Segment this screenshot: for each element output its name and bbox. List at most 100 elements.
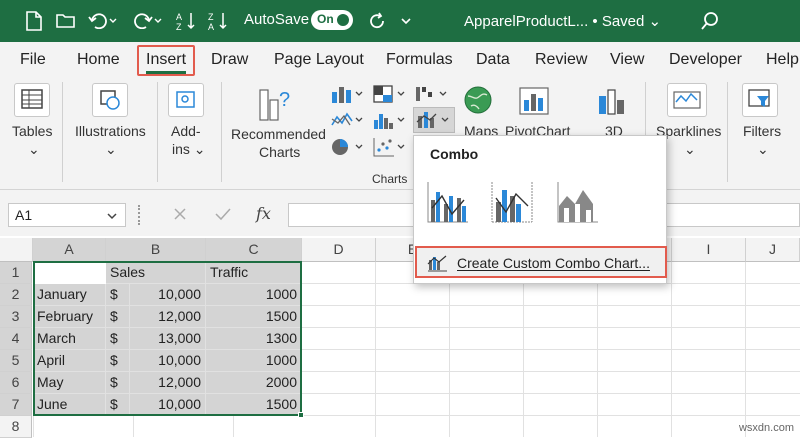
- column-header[interactable]: B: [106, 238, 206, 262]
- fill-handle[interactable]: [298, 412, 304, 418]
- divider: [727, 82, 728, 182]
- svg-text:A: A: [176, 12, 182, 22]
- recommended-charts-label-2[interactable]: Charts: [259, 143, 300, 161]
- row-header[interactable]: 4: [0, 328, 32, 350]
- active-tab-underline: [146, 71, 186, 74]
- row-header[interactable]: 8: [0, 416, 32, 438]
- scatter-chart-icon[interactable]: [372, 136, 406, 161]
- column-header[interactable]: J: [746, 238, 800, 262]
- title-bar: AZ ZA AutoSave On ApparelProductL... • S…: [0, 0, 800, 42]
- illustrations-button[interactable]: [92, 83, 128, 117]
- autosave-label: AutoSave: [244, 11, 310, 28]
- selection-border: [33, 261, 302, 416]
- sort-descending-icon[interactable]: ZA: [208, 9, 230, 33]
- chevron-down-icon[interactable]: ⌄: [28, 140, 40, 158]
- menu-file[interactable]: File: [20, 51, 46, 69]
- row-header[interactable]: 2: [0, 284, 32, 306]
- column-header[interactable]: A: [33, 238, 106, 262]
- divider: [62, 82, 63, 182]
- menu-draw[interactable]: Draw: [211, 51, 248, 69]
- shapes-icon: [100, 90, 120, 110]
- tables-button[interactable]: [14, 83, 50, 117]
- charts-group-label: Charts: [372, 172, 408, 186]
- autosave-state: On: [317, 12, 334, 26]
- autosave-toggle[interactable]: On: [311, 10, 353, 30]
- select-all-corner[interactable]: [0, 238, 33, 262]
- recommended-charts-label[interactable]: Recommended: [231, 125, 326, 143]
- row-header[interactable]: 7: [0, 394, 32, 416]
- recommended-charts-icon[interactable]: ?: [256, 84, 296, 125]
- column-line-secondary-axis-option[interactable]: [488, 178, 536, 226]
- svg-text:?: ?: [279, 89, 290, 111]
- filter-icon: [748, 89, 770, 107]
- splitter-handle[interactable]: [138, 205, 142, 225]
- menu-bar: File Home Insert Draw Page Layout Formul…: [0, 42, 800, 77]
- row-header[interactable]: 5: [0, 350, 32, 372]
- tables-label: Tables: [12, 123, 53, 139]
- column-header[interactable]: I: [672, 238, 746, 262]
- menu-page-layout[interactable]: Page Layout: [274, 51, 364, 69]
- refresh-icon[interactable]: [368, 9, 388, 33]
- svg-text:Z: Z: [208, 12, 214, 22]
- menu-help[interactable]: Help: [766, 51, 799, 69]
- addins-icon: [176, 91, 195, 108]
- document-title[interactable]: ApparelProductL... • Saved ⌄: [464, 12, 661, 30]
- empty-cells[interactable]: [302, 262, 800, 437]
- menu-developer[interactable]: Developer: [669, 51, 742, 69]
- enter-icon[interactable]: [214, 206, 232, 225]
- waterfall-chart-icon[interactable]: [414, 84, 448, 107]
- statistic-chart-icon[interactable]: [372, 110, 406, 133]
- combo-chart-menu: Combo Create Custom Combo Chart...: [413, 135, 667, 284]
- illustrations-label: Illustrations: [75, 123, 146, 139]
- filters-button[interactable]: [742, 83, 778, 117]
- line-chart-icon[interactable]: [330, 110, 364, 133]
- column-chart-icon[interactable]: [330, 84, 364, 107]
- filters-label: Filters: [743, 123, 782, 139]
- combo-chart-button[interactable]: [413, 107, 455, 133]
- create-custom-combo-chart-label: Create Custom Combo Chart...: [457, 255, 650, 271]
- menu-review[interactable]: Review: [535, 51, 587, 69]
- divider: [157, 82, 158, 182]
- redo-icon[interactable]: [133, 9, 163, 33]
- sort-ascending-icon[interactable]: AZ: [176, 9, 198, 33]
- create-custom-combo-chart-item[interactable]: Create Custom Combo Chart...: [415, 246, 667, 278]
- undo-icon[interactable]: [88, 9, 118, 33]
- column-header[interactable]: D: [302, 238, 376, 262]
- row-header[interactable]: 3: [0, 306, 32, 328]
- chevron-down-icon[interactable]: ⌄: [684, 140, 696, 158]
- svg-text:Z: Z: [176, 22, 182, 31]
- row-header[interactable]: 1: [0, 262, 32, 284]
- addins-button[interactable]: [168, 83, 204, 117]
- hierarchy-chart-icon[interactable]: [372, 84, 406, 107]
- menu-view[interactable]: View: [610, 51, 644, 69]
- globe-icon[interactable]: [462, 84, 494, 123]
- pivotchart-icon[interactable]: [518, 86, 552, 121]
- menu-formulas[interactable]: Formulas: [386, 51, 453, 69]
- addins-label-2: ins ⌄: [172, 141, 206, 157]
- menu-home[interactable]: Home: [77, 51, 120, 69]
- empty-cells[interactable]: [33, 416, 302, 437]
- sparkline-icon: [673, 91, 701, 109]
- insert-function-button[interactable]: fx: [256, 204, 271, 223]
- open-folder-icon[interactable]: [56, 9, 76, 33]
- row-header[interactable]: 6: [0, 372, 32, 394]
- new-file-icon[interactable]: [26, 9, 42, 33]
- 3d-map-icon[interactable]: [596, 86, 628, 121]
- stacked-area-column-option[interactable]: [554, 178, 602, 226]
- combo-menu-title: Combo: [430, 146, 479, 162]
- sparklines-button[interactable]: [667, 83, 707, 117]
- addins-label: Add-: [171, 123, 201, 139]
- menu-data[interactable]: Data: [476, 51, 510, 69]
- chevron-down-icon[interactable]: ⌄: [757, 140, 769, 158]
- search-icon[interactable]: [700, 9, 720, 33]
- cancel-icon[interactable]: [172, 206, 188, 225]
- divider: [221, 82, 222, 182]
- svg-text:A: A: [208, 22, 214, 31]
- chevron-down-icon[interactable]: [106, 210, 118, 224]
- clustered-column-line-option[interactable]: [424, 178, 472, 226]
- watermark: wsxdn.com: [738, 422, 794, 434]
- chevron-down-icon[interactable]: ⌄: [105, 140, 117, 158]
- customize-toolbar-icon[interactable]: [400, 9, 412, 33]
- pie-chart-icon[interactable]: [330, 136, 364, 161]
- column-header[interactable]: C: [206, 238, 302, 262]
